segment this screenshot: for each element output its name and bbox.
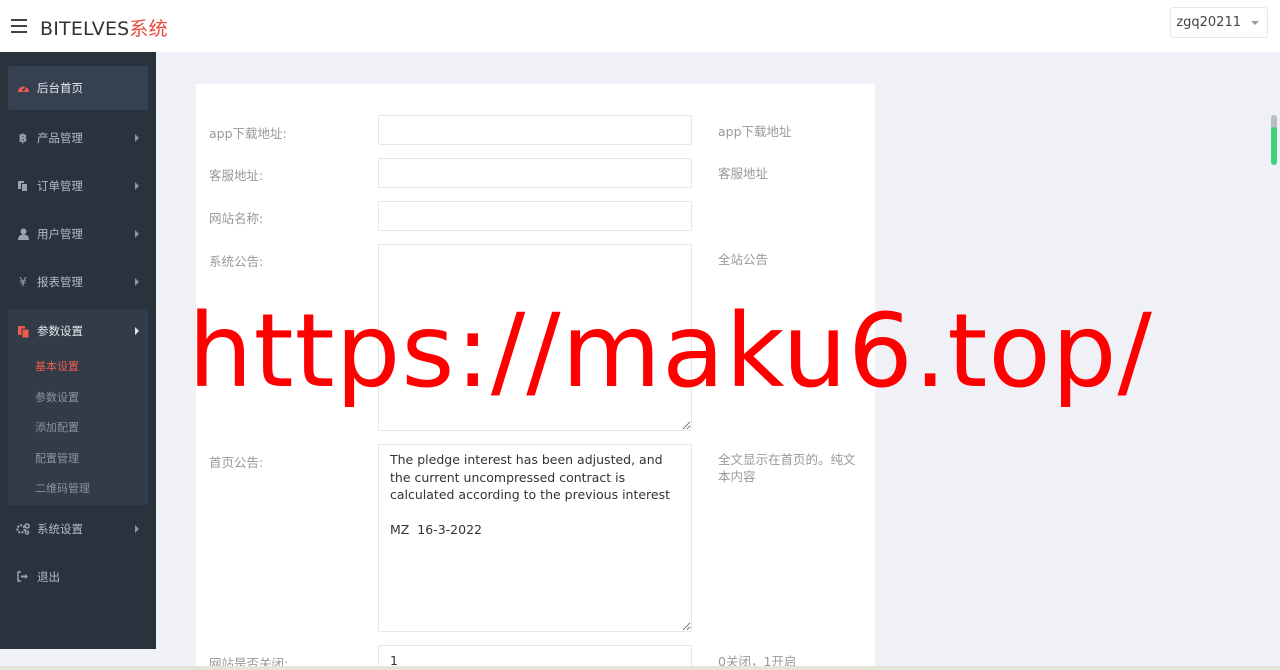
user-dropdown[interactable]: zgq20211 xyxy=(1170,7,1268,38)
sidebar-item-users[interactable]: 用户管理 xyxy=(0,210,156,258)
sidebar-item-label: 产品管理 xyxy=(37,131,83,145)
user-icon xyxy=(16,228,30,240)
sidebar-item-logout[interactable]: 退出 xyxy=(0,553,156,601)
scrollbar[interactable] xyxy=(1271,115,1277,165)
sidebar-item-orders[interactable]: 订单管理 xyxy=(0,162,156,210)
chevron-right-icon xyxy=(135,278,139,286)
sidebar-item-label: 退出 xyxy=(37,569,60,584)
sidebar: 后台首页 ฿ 产品管理 订单管理 用户管理 ¥ 报表管理 参数设置 基本设置 参… xyxy=(0,52,156,649)
top-header: BITELVES系统 zgq20211 xyxy=(0,0,1280,52)
dashboard-icon xyxy=(16,83,30,93)
sidebar-subitem-basic-settings[interactable]: 基本设置 xyxy=(8,352,148,383)
gears-icon xyxy=(16,522,30,535)
sidebar-item-params[interactable]: 参数设置 xyxy=(8,310,148,352)
service-url-hint: 客服地址 xyxy=(718,166,769,181)
home-notice-textarea[interactable]: The pledge interest has been adjusted, a… xyxy=(378,444,692,632)
app-url-label: app下载地址: xyxy=(209,126,287,141)
copy-icon xyxy=(16,325,30,338)
service-url-label: 客服地址: xyxy=(209,168,264,183)
brand-prefix: BITELVES xyxy=(40,18,130,40)
sidebar-item-label: 系统设置 xyxy=(37,521,83,536)
sidebar-item-dashboard[interactable]: 后台首页 xyxy=(8,66,148,110)
chevron-right-icon xyxy=(135,524,139,533)
sidebar-item-label: 后台首页 xyxy=(37,81,83,95)
site-name-label: 网站名称: xyxy=(209,211,264,226)
scrollbar-thumb[interactable] xyxy=(1271,127,1277,165)
app-url-input[interactable] xyxy=(378,115,692,145)
app-url-hint: app下载地址 xyxy=(718,124,792,139)
caret-down-icon xyxy=(1251,21,1259,25)
sidebar-subitem-param-settings[interactable]: 参数设置 xyxy=(8,383,148,414)
chevron-right-icon xyxy=(135,182,139,190)
sidebar-item-system[interactable]: 系统设置 xyxy=(0,505,156,553)
settings-form: app下载地址: app下载地址 客服地址: 客服地址 网站名称: 系统公告: … xyxy=(196,84,875,670)
sidebar-item-label: 报表管理 xyxy=(37,275,83,289)
chevron-right-icon xyxy=(135,327,139,335)
sidebar-group-params: 参数设置 基本设置 参数设置 添加配置 配置管理 二维码管理 xyxy=(8,310,148,505)
sidebar-item-reports[interactable]: ¥ 报表管理 xyxy=(0,258,156,306)
sidebar-subitem-qrcode-manage[interactable]: 二维码管理 xyxy=(8,474,148,505)
sidebar-subitem-config-manage[interactable]: 配置管理 xyxy=(8,444,148,475)
home-notice-hint: 全文显示在首页的。纯文本内容 xyxy=(718,452,856,484)
sidebar-item-label: 订单管理 xyxy=(37,179,83,193)
bottom-edge xyxy=(0,666,1280,670)
system-notice-hint: 全站公告 xyxy=(718,252,769,267)
brand-suffix: 系统 xyxy=(129,18,168,40)
system-notice-textarea[interactable] xyxy=(378,244,692,431)
brand-title: BITELVES系统 xyxy=(40,14,168,41)
yen-icon: ¥ xyxy=(19,275,27,289)
chevron-right-icon xyxy=(135,134,139,142)
menu-toggle-icon[interactable] xyxy=(11,19,27,33)
user-name: zgq20211 xyxy=(1176,15,1241,30)
site-name-input[interactable] xyxy=(378,201,692,231)
sign-out-icon xyxy=(16,571,30,582)
sidebar-item-products[interactable]: ฿ 产品管理 xyxy=(0,114,156,162)
chevron-right-icon xyxy=(135,230,139,238)
sidebar-item-label: 用户管理 xyxy=(37,227,83,241)
system-notice-label: 系统公告: xyxy=(209,254,264,269)
copy-icon xyxy=(16,180,30,192)
sidebar-subitem-add-config[interactable]: 添加配置 xyxy=(8,413,148,444)
home-notice-label: 首页公告: xyxy=(209,455,264,470)
service-url-input[interactable] xyxy=(378,158,692,188)
sidebar-item-label: 参数设置 xyxy=(37,324,83,338)
bitcoin-icon: ฿ xyxy=(18,131,28,145)
